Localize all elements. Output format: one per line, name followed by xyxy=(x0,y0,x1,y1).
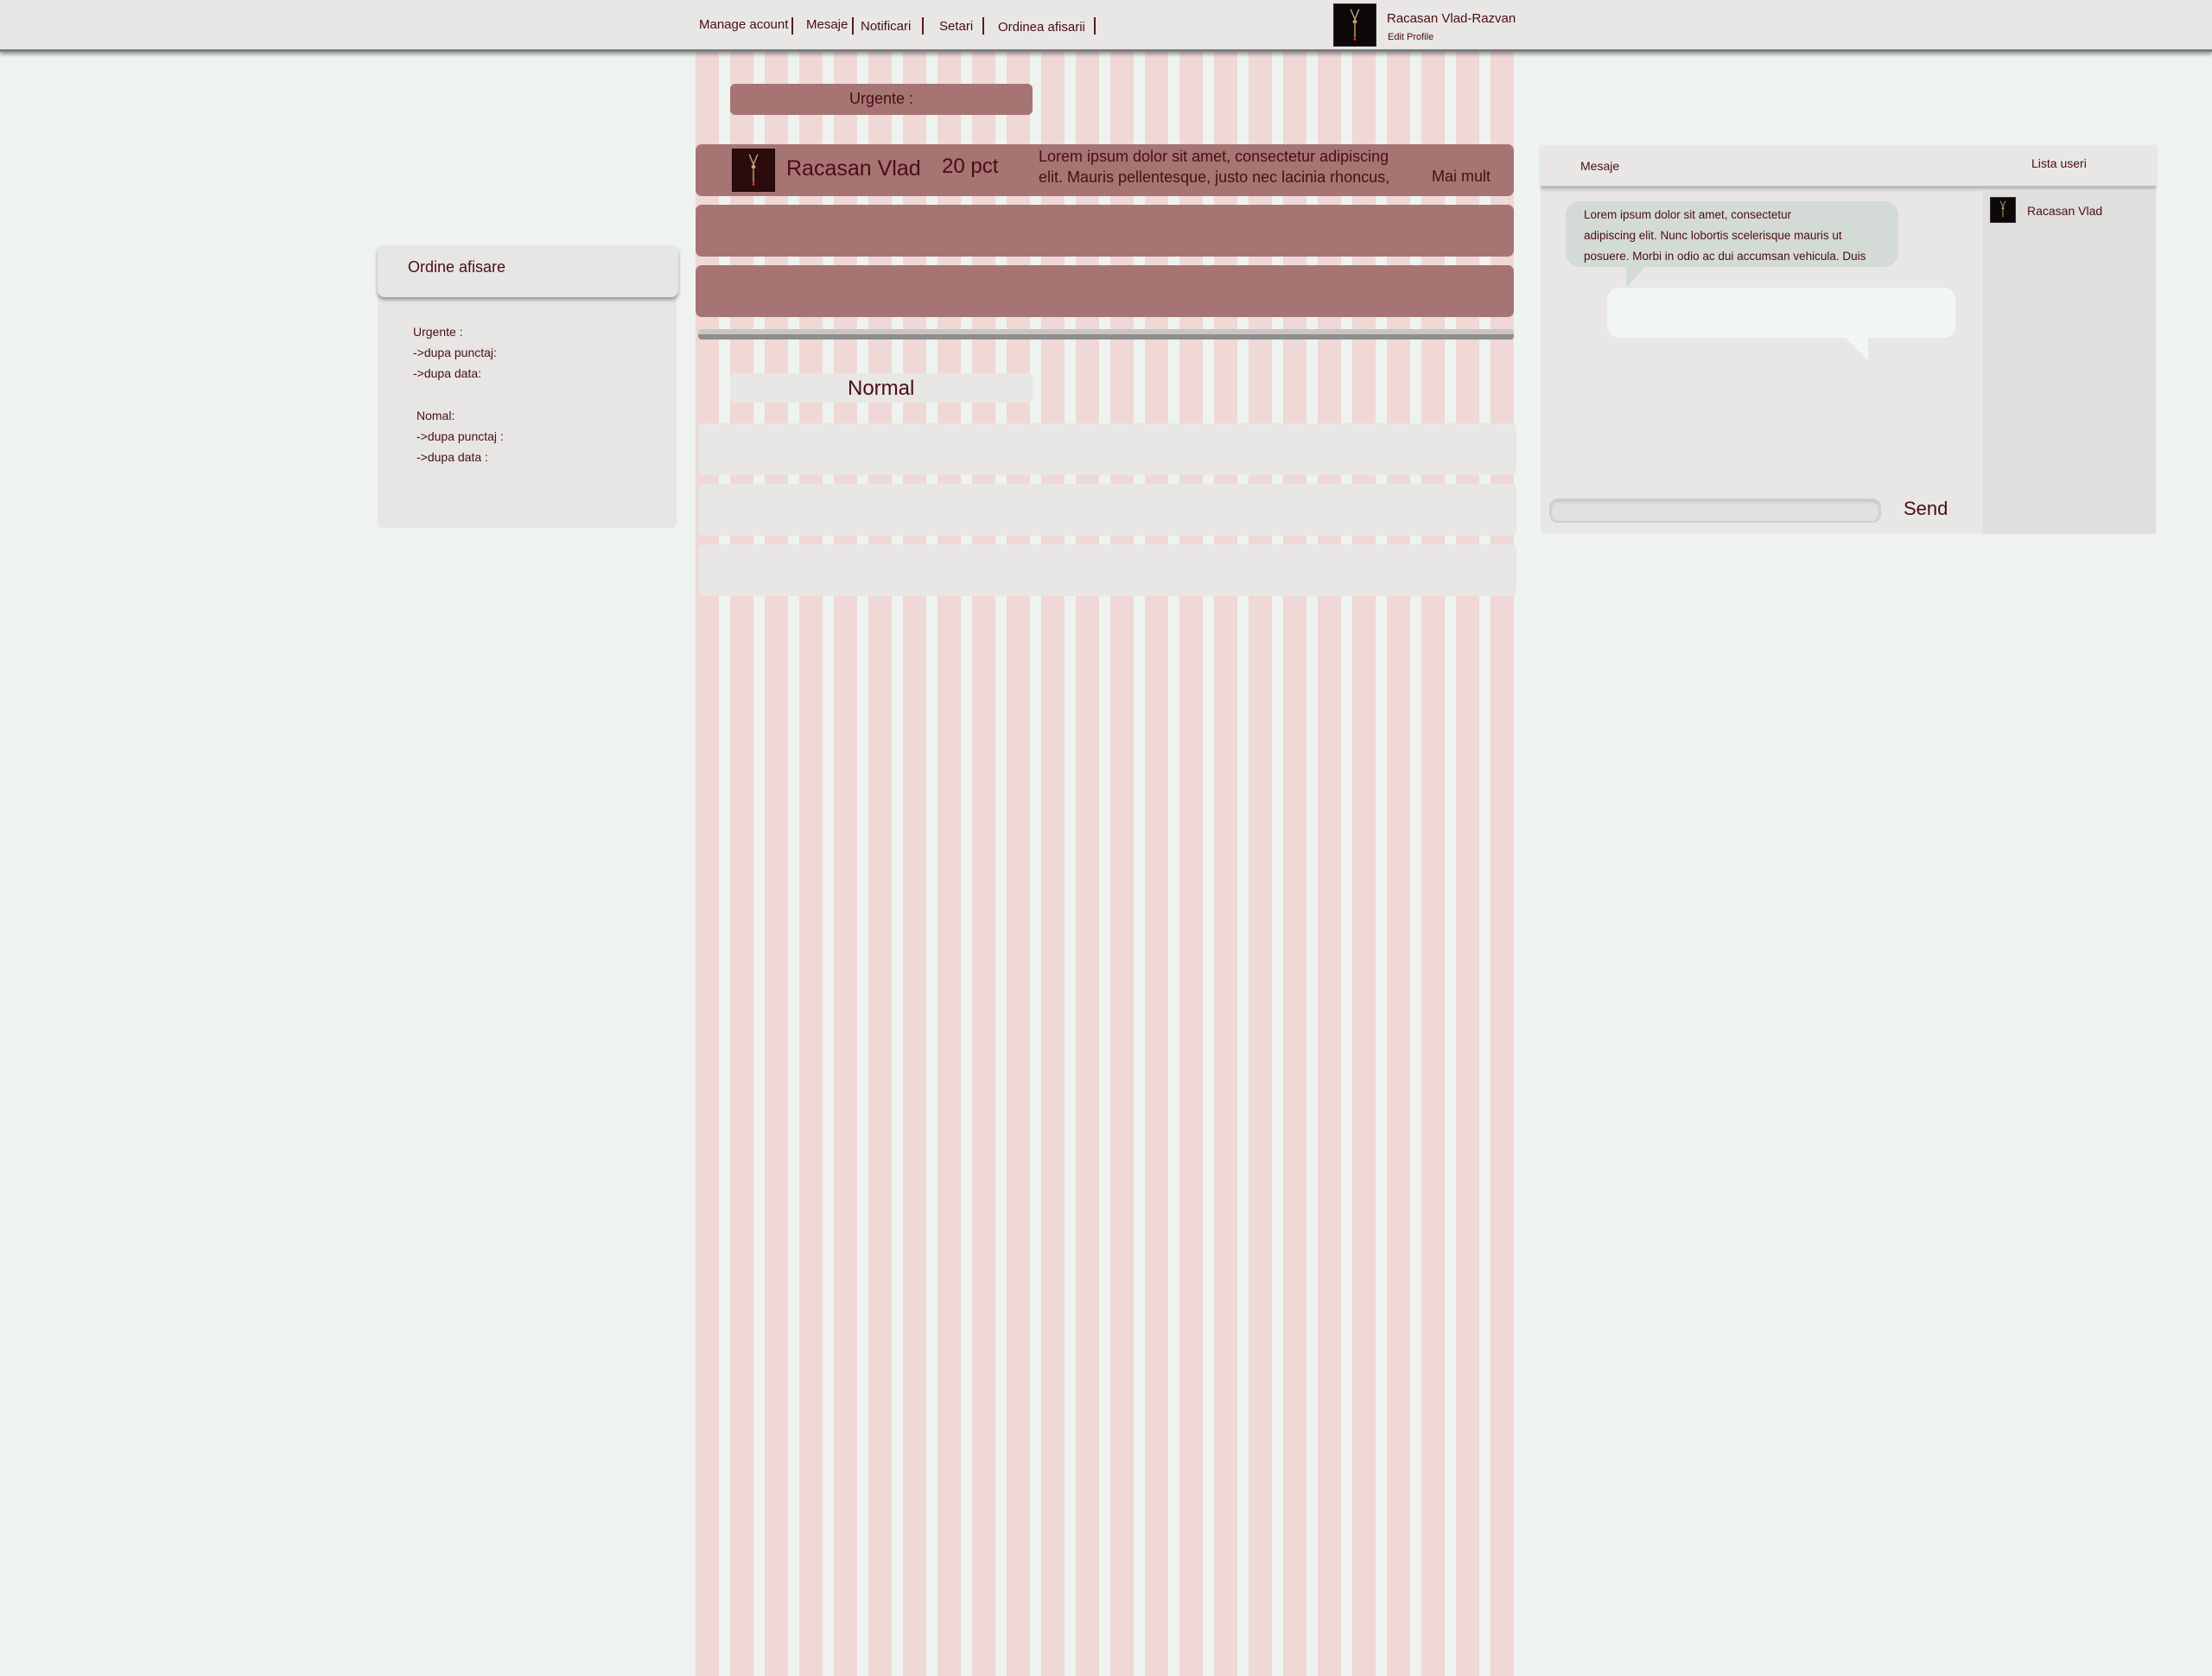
chat-tab-messages[interactable]: Mesaje xyxy=(1580,159,1619,173)
normal-card[interactable] xyxy=(698,544,1516,596)
user-list: Racasan Vlad xyxy=(1983,190,2156,534)
edit-profile-link[interactable]: Edit Profile xyxy=(1388,32,1433,42)
top-navigation-bar: Manage acount Mesaje Notificari Setari O… xyxy=(0,0,2212,52)
urgent-card[interactable] xyxy=(696,205,1514,257)
card-more-link[interactable]: Mai mult xyxy=(1432,168,1491,186)
pendant-icon xyxy=(1350,9,1360,41)
pendant-icon xyxy=(1999,200,2006,218)
sort-urgent-heading: Urgente : xyxy=(413,325,463,339)
chat-panel: Mesaje Lista useri Lorem ipsum dolor sit… xyxy=(1541,145,2156,534)
pendant-icon xyxy=(748,154,759,186)
nav-notificari[interactable]: Notificari xyxy=(861,19,911,34)
card-description: Lorem ipsum dolor sit amet, consectetur … xyxy=(1039,148,1390,186)
nav-separator xyxy=(922,17,924,35)
incoming-message-bubble: Lorem ipsum dolor sit amet, consectetur … xyxy=(1566,201,1898,288)
card-author-name: Racasan Vlad xyxy=(786,156,921,181)
sort-urgent-by-date[interactable]: ->dupa data: xyxy=(413,366,481,380)
sort-normal-heading: Nomal: xyxy=(416,409,455,422)
nav-manage-account[interactable]: Manage acount xyxy=(699,17,788,32)
send-button[interactable]: Send xyxy=(1904,498,1948,520)
urgent-section-tab[interactable]: Urgente : xyxy=(730,84,1033,115)
card-avatar xyxy=(732,149,775,192)
sort-normal-by-date[interactable]: ->dupa data : xyxy=(416,450,488,464)
section-divider xyxy=(698,329,1514,340)
chat-header: Mesaje Lista useri xyxy=(1541,145,2156,188)
nav-ordinea-afisarii[interactable]: Ordinea afisarii xyxy=(998,20,1085,35)
urgent-card[interactable] xyxy=(696,265,1514,317)
nav-setari[interactable]: Setari xyxy=(939,19,973,34)
incoming-message-text: Lorem ipsum dolor sit amet, consectetur … xyxy=(1584,208,1866,263)
sort-urgent-by-score[interactable]: ->dupa punctaj: xyxy=(413,346,497,359)
nav-separator xyxy=(852,17,854,35)
chat-tab-users[interactable]: Lista useri xyxy=(2031,156,2087,170)
sort-order-title: Ordine afisare xyxy=(408,258,506,276)
normal-card[interactable] xyxy=(698,484,1516,536)
urgent-section-label: Urgente : xyxy=(849,90,914,107)
profile-avatar[interactable] xyxy=(1333,3,1376,47)
chat-message-input[interactable] xyxy=(1549,498,1881,523)
urgent-card[interactable]: Racasan Vlad 20 pct Lorem ipsum dolor si… xyxy=(696,144,1514,196)
profile-name[interactable]: Racasan Vlad-Razvan xyxy=(1387,11,1516,26)
sort-order-panel: Ordine afisare Urgente : ->dupa punctaj:… xyxy=(378,245,678,528)
user-name: Racasan Vlad xyxy=(2027,204,2103,218)
normal-section-label: Normal xyxy=(848,377,915,400)
nav-mesaje[interactable]: Mesaje xyxy=(806,17,848,32)
user-avatar xyxy=(1990,197,2016,223)
card-score: 20 pct xyxy=(942,155,999,178)
nav-separator xyxy=(791,17,793,35)
sort-normal-by-score[interactable]: ->dupa punctaj : xyxy=(416,429,504,443)
outgoing-message-bubble xyxy=(1607,288,1955,360)
normal-section-tab[interactable]: Normal xyxy=(730,373,1033,403)
nav-separator xyxy=(982,17,984,35)
nav-separator xyxy=(1094,17,1096,35)
sort-order-panel-header: Ordine afisare xyxy=(378,245,678,297)
normal-card[interactable] xyxy=(698,423,1516,475)
